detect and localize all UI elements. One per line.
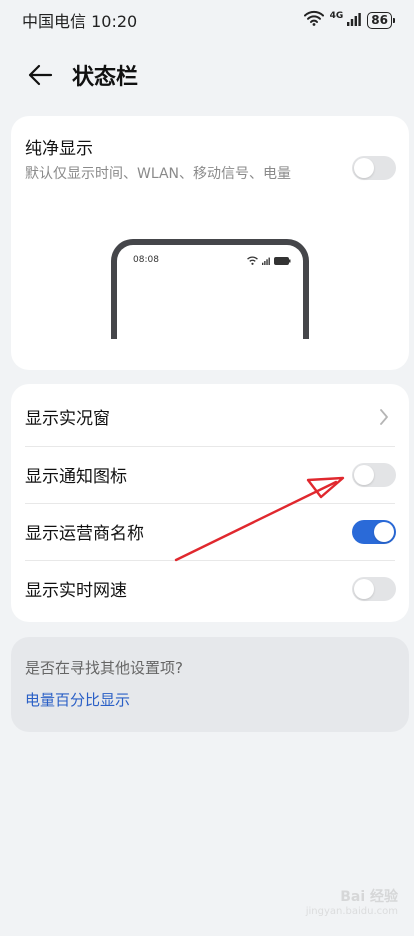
suggestion-question: 是否在寻找其他设置项? — [25, 659, 183, 677]
phone-preview: 08:08 — [111, 239, 309, 339]
watermark-name: Bai 经验 — [340, 889, 398, 905]
pure-display-toggle[interactable] — [352, 156, 396, 180]
battery-icon: 86 — [367, 11, 395, 29]
setting-row-notification-icons: 显示通知图标 — [25, 446, 395, 503]
network-speed-toggle[interactable] — [352, 577, 396, 601]
page-title: 状态栏 — [72, 65, 139, 90]
signal-icon — [347, 11, 362, 30]
pure-display-title: 纯净显示 — [25, 139, 93, 159]
preview-time: 08:08 — [133, 255, 159, 265]
toggle-knob — [354, 158, 374, 178]
watermark-url: jingyan.baidu.com — [305, 906, 398, 917]
notification-icons-toggle[interactable] — [352, 463, 396, 487]
setting-label: 显示实时网速 — [25, 581, 127, 601]
wifi-icon — [303, 10, 324, 30]
toggle-knob — [354, 579, 374, 599]
suggestion-card: 是否在寻找其他设置项? 电量百分比显示 — [11, 637, 409, 732]
setting-row-live-window[interactable]: 显示实况窗 — [25, 388, 395, 445]
battery-icon — [274, 256, 291, 265]
setting-row-carrier-name: 显示运营商名称 — [25, 503, 395, 560]
preview-status-icons — [247, 256, 291, 265]
baidu-watermark: Bai 经验 jingyan.baidu.com — [272, 882, 402, 922]
carrier-time: 中国电信 10:20 — [22, 12, 138, 31]
wifi-icon — [247, 256, 258, 265]
pure-display-card: 纯净显示 默认仅显示时间、WLAN、移动信号、电量 08:08 — [11, 116, 409, 370]
pure-display-description: 默认仅显示时间、WLAN、移动信号、电量 — [25, 166, 292, 182]
network-type: 4G — [329, 10, 344, 21]
back-button[interactable] — [18, 53, 62, 97]
signal-icon — [262, 257, 270, 265]
setting-label: 显示通知图标 — [25, 467, 127, 487]
chevron-right-icon — [380, 409, 388, 425]
battery-percentage-link[interactable]: 电量百分比显示 — [25, 689, 130, 710]
carrier-name-toggle[interactable] — [352, 520, 396, 544]
setting-row-network-speed: 显示实时网速 — [25, 560, 395, 617]
status-bar: 中国电信 10:20 4G 86 — [0, 0, 414, 40]
arrow-left-icon — [28, 64, 53, 86]
setting-label: 显示实况窗 — [25, 409, 110, 429]
setting-label: 显示运营商名称 — [25, 524, 144, 544]
toggle-knob — [354, 465, 374, 485]
toggle-knob — [374, 522, 394, 542]
pure-display-text: 纯净显示 默认仅显示时间、WLAN、移动信号、电量 — [25, 134, 335, 184]
status-icons: 4G 86 — [303, 10, 395, 30]
page-header: 状态栏 — [0, 52, 414, 98]
settings-card: 显示实况窗 显示通知图标 显示运营商名称 显示实时网速 — [11, 384, 409, 622]
